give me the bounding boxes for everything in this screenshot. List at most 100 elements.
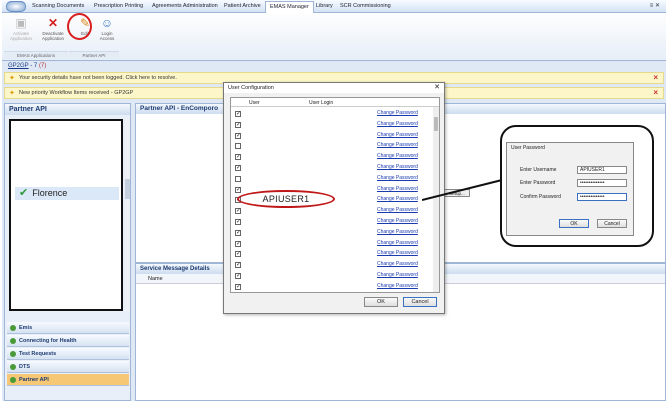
row-checkbox[interactable]: ✓ <box>235 154 241 161</box>
tab-library[interactable]: Library <box>316 3 333 9</box>
change-password-link[interactable]: Change Password <box>377 132 418 138</box>
partner-api-icon <box>10 377 16 383</box>
change-password-link[interactable]: Change Password <box>377 261 418 267</box>
change-password-link[interactable]: Change Password <box>377 121 418 127</box>
change-password-link[interactable]: Change Password <box>377 196 418 202</box>
row-checkbox[interactable]: ✓ <box>235 121 241 128</box>
tab-prescription-printing[interactable]: Prescription Printing <box>94 3 143 9</box>
activate-application-label: Activate Application <box>9 31 32 41</box>
cfh-icon <box>10 338 16 344</box>
dts-icon <box>10 364 16 370</box>
close-icon[interactable]: ✕ <box>434 83 440 91</box>
row-checkbox[interactable] <box>235 143 241 150</box>
scrollbar-thumb[interactable] <box>125 179 130 199</box>
nav-item-partner-api[interactable]: Partner API <box>7 374 129 386</box>
row-checkbox[interactable]: ✓ <box>235 219 241 225</box>
table-row: ✓ Change Password <box>231 163 431 174</box>
activate-application-button[interactable]: ▣ Activate Application <box>8 16 34 41</box>
row-checkbox[interactable]: ✓ <box>235 132 241 139</box>
column-header-user-login[interactable]: User Login <box>309 100 333 106</box>
row-checkbox[interactable] <box>235 175 241 182</box>
row-checkbox[interactable]: ✓ <box>235 111 241 117</box>
row-checkbox[interactable]: ✓ <box>235 186 241 193</box>
deactivate-application-button[interactable]: ✕ Deactivate Application <box>40 16 66 41</box>
tab-scr-commissioning[interactable]: SCR Commissioning <box>340 3 391 9</box>
password-dialog-title: User Password <box>511 145 545 151</box>
row-checkbox[interactable]: ✓ <box>235 229 241 236</box>
warning-icon: ✦ <box>9 75 15 82</box>
login-access-button[interactable]: ☺ Login Access <box>94 16 120 41</box>
password-ok-button[interactable]: OK <box>559 219 589 228</box>
row-checkbox[interactable]: ✓ <box>235 251 241 258</box>
group-label-emas-applications: EMAS Applications <box>4 51 68 59</box>
row-checkbox[interactable]: ✓ <box>235 208 241 215</box>
tab-agreements-administration[interactable]: Agreements Administration <box>152 3 218 9</box>
password-field[interactable]: •••••••••••••• <box>577 179 627 187</box>
ok-button[interactable]: OK <box>364 297 398 307</box>
row-checkbox[interactable]: ✓ <box>235 240 241 247</box>
breadcrumb-count: - 7 <box>30 63 38 69</box>
row-checkbox[interactable]: ✓ <box>235 262 241 269</box>
change-password-link[interactable]: Change Password <box>377 272 418 278</box>
warning-icon: ✦ <box>9 90 15 97</box>
tab-scanning-documents[interactable]: Scanning Documents <box>32 3 84 9</box>
cancel-button[interactable]: Cancel <box>403 297 437 307</box>
password-cancel-button[interactable]: Cancel <box>597 219 627 228</box>
edit-highlight-circle <box>67 13 92 40</box>
change-password-link[interactable]: Change Password <box>377 110 418 116</box>
change-password-link[interactable]: Change Password <box>377 164 418 170</box>
table-row: ✓ Change Password <box>231 239 431 250</box>
tab-patient-archive[interactable]: Patient Archive <box>224 3 261 9</box>
scrollbar-thumb[interactable] <box>434 117 438 131</box>
change-password-link[interactable]: Change Password <box>377 240 418 246</box>
change-password-link[interactable]: Change Password <box>377 229 418 235</box>
list-item-florence[interactable]: ✔ Florence <box>15 187 119 200</box>
username-field[interactable]: APIUSER1 <box>577 166 627 174</box>
change-password-link[interactable]: Change Password <box>377 175 418 181</box>
close-icon[interactable]: × <box>653 87 658 98</box>
nav-label: Connecting for Health <box>19 338 77 344</box>
emis-icon <box>10 325 16 331</box>
nav-label: Test Requests <box>19 351 57 357</box>
left-panel: Partner API ✔ Florence Emis Connecting fo… <box>4 103 131 401</box>
row-checkbox[interactable]: ✓ <box>235 283 241 290</box>
column-header-user[interactable]: User <box>249 100 260 106</box>
application-list: ✔ Florence <box>9 119 123 311</box>
confirm-password-field[interactable]: •••••••••••••• <box>577 193 627 201</box>
change-password-link[interactable]: Change Password <box>377 250 418 256</box>
tab-strip: Scanning Documents Prescription Printing… <box>2 0 666 13</box>
application-window: Scanning Documents Prescription Printing… <box>2 0 666 401</box>
change-password-link[interactable]: Change Password <box>377 186 418 192</box>
user-login-highlight: APIUSER1 <box>237 190 335 208</box>
table-row: ✓ Change Password <box>231 282 431 292</box>
table-row: Change Password <box>231 174 431 185</box>
checkmark-icon: ✔ <box>19 187 29 199</box>
nav-item-test-requests[interactable]: Test Requests <box>7 348 129 360</box>
left-scrollbar[interactable] <box>125 119 130 311</box>
change-password-link[interactable]: Change Password <box>377 218 418 224</box>
table-row: ✓ Change Password <box>231 109 431 120</box>
change-password-link[interactable]: Change Password <box>377 207 418 213</box>
table-row: ✓ Change Password <box>231 131 431 142</box>
close-icon[interactable]: × <box>653 72 658 83</box>
breadcrumb-link[interactable]: GP2GP <box>8 63 29 69</box>
deactivate-icon: ✕ <box>47 16 59 30</box>
table-row: ✓ Change Password <box>231 271 431 282</box>
change-password-link[interactable]: Change Password <box>377 142 418 148</box>
window-controls[interactable]: ≡ ✕ <box>650 2 660 9</box>
nav-item-connecting-for-health[interactable]: Connecting for Health <box>7 335 129 347</box>
nav-item-emis[interactable]: Emis <box>7 322 129 334</box>
change-password-link[interactable]: Change Password <box>377 153 418 159</box>
group-label-partner-api: Partner API <box>69 51 119 59</box>
left-panel-title: Partner API <box>5 104 130 115</box>
nav-item-dts[interactable]: DTS <box>7 361 129 373</box>
row-checkbox[interactable]: ✓ <box>235 165 241 171</box>
app-menu-orb[interactable] <box>6 1 26 12</box>
breadcrumb: GP2GP - 7 (7) <box>8 63 46 69</box>
row-checkbox[interactable]: ✓ <box>235 273 241 279</box>
login-access-icon: ☺ <box>100 16 114 30</box>
change-password-link[interactable]: Change Password <box>377 283 418 289</box>
tab-emas-manager[interactable]: EMAS Manager <box>265 1 314 13</box>
callout-pointer <box>422 179 503 201</box>
test-requests-icon <box>10 351 16 357</box>
